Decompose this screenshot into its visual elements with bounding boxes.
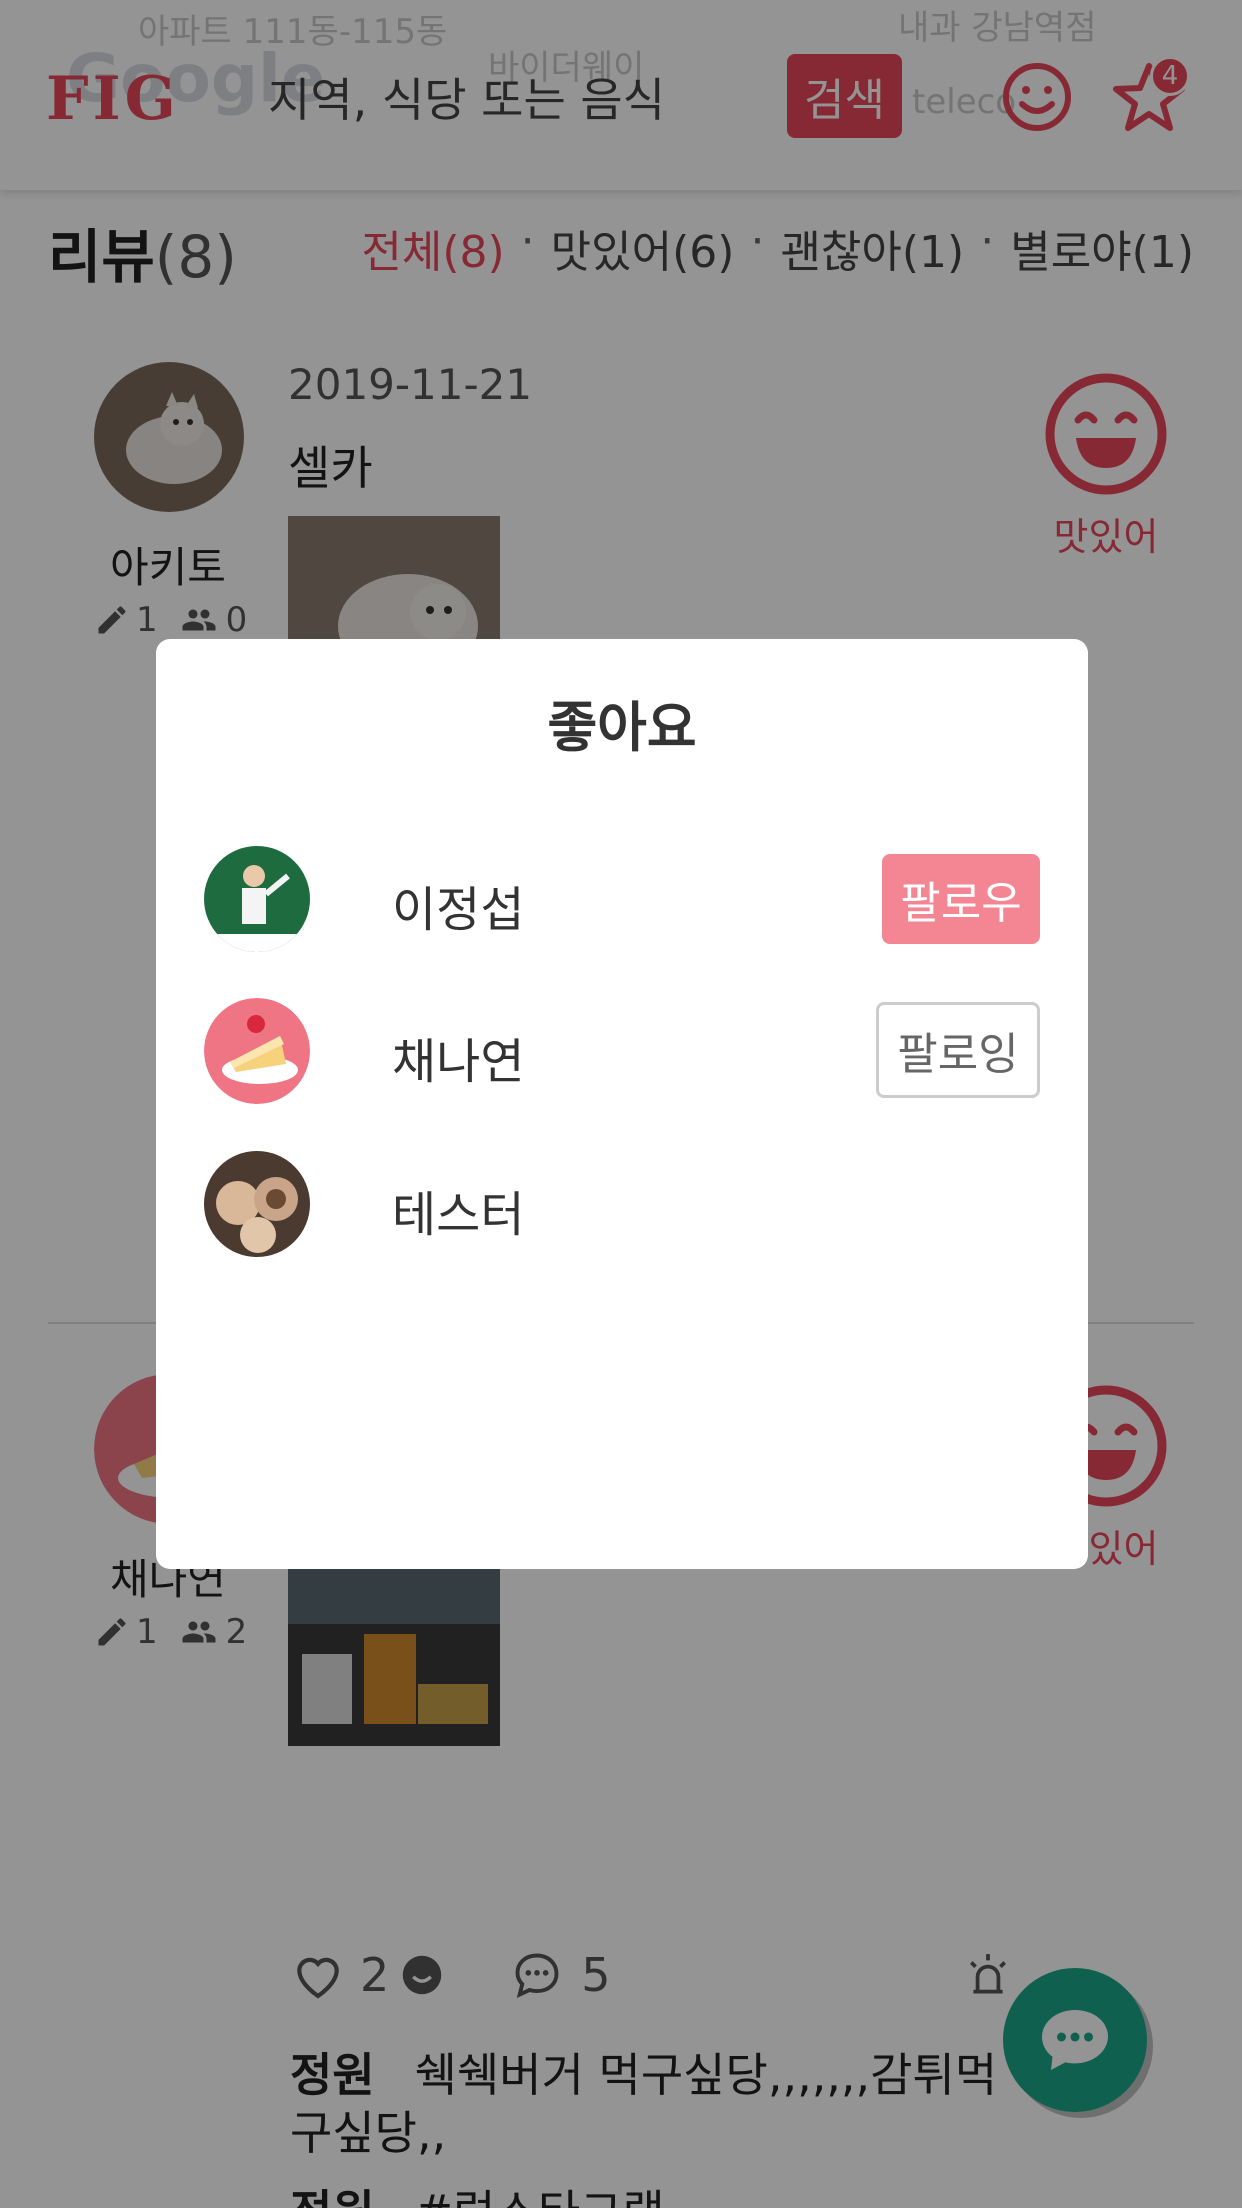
- like-user-name[interactable]: 테스터: [392, 1175, 524, 1245]
- modal-title: 좋아요: [547, 696, 697, 759]
- like-user-row[interactable]: 채나연 팔로잉: [204, 996, 1040, 1106]
- person-photo-icon: [204, 846, 310, 952]
- like-user-row[interactable]: 테스터: [204, 1149, 1040, 1259]
- follow-button[interactable]: 팔로우: [882, 854, 1040, 944]
- following-button[interactable]: 팔로잉: [876, 1002, 1040, 1098]
- avatar[interactable]: [204, 846, 310, 952]
- like-user-row[interactable]: 이정섭 팔로우: [204, 844, 1040, 954]
- cake-avatar-icon: [204, 998, 310, 1104]
- likes-modal: 좋아요 이정섭 팔로우 채나연 팔로잉 테스터: [156, 639, 1088, 1569]
- drinks-photo-icon: [204, 1151, 310, 1257]
- avatar[interactable]: [204, 1151, 310, 1257]
- avatar[interactable]: [204, 998, 310, 1104]
- like-user-name[interactable]: 채나연: [392, 1022, 524, 1092]
- like-user-name[interactable]: 이정섭: [392, 870, 524, 940]
